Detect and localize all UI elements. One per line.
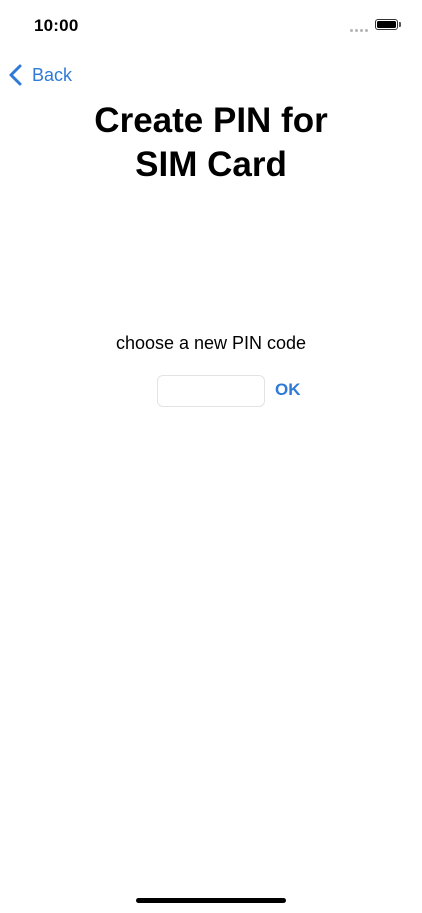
back-label: Back [32,64,73,85]
status-bar: 10:00 [0,0,422,50]
ok-button[interactable]: OK [275,380,301,400]
page-title: Create PIN for SIM Card [0,99,422,187]
chevron-left-icon [9,64,22,86]
battery-tip [399,22,401,27]
home-indicator[interactable] [136,898,286,903]
pin-prompt: choose a new PIN code [115,333,307,353]
back-button[interactable]: Back [8,60,72,90]
battery-icon [375,19,398,30]
pin-input[interactable] [157,375,265,407]
signal-dots-icon [350,29,368,32]
status-time: 10:00 [34,16,79,35]
page-title-line-2: SIM Card [135,145,287,184]
page-title-line-1: Create PIN for [94,101,328,140]
